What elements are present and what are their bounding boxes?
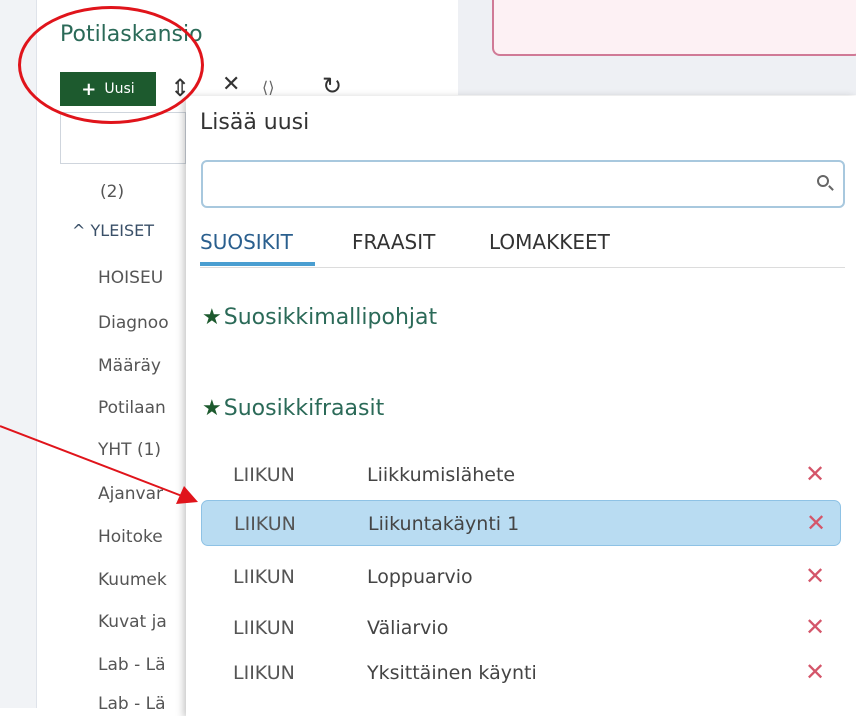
annotation-arrow [0, 425, 198, 504]
arrow-line [0, 425, 183, 497]
